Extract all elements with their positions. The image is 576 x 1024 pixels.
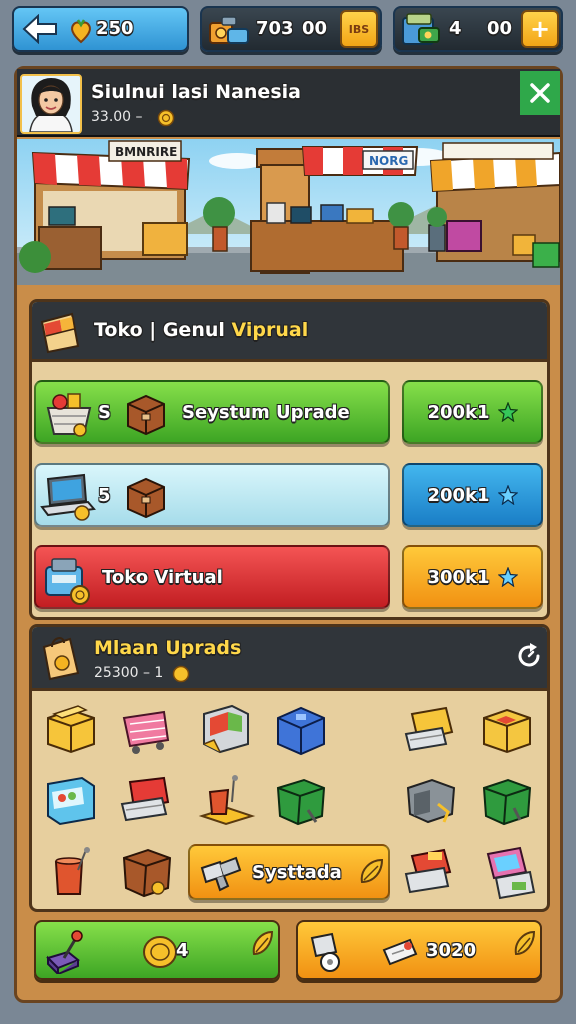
toko-virtual-row[interactable]: Toko Virtual [34, 545, 390, 609]
device-upgrade-row[interactable]: 5 [34, 463, 390, 527]
store-header: Siulnui lasi Nanesia 33.00 – [17, 69, 560, 137]
shop-bag-icon [40, 312, 80, 354]
res2-value-b: 00 [487, 18, 513, 39]
upgrades-subline: 25300 – 1 [94, 665, 164, 681]
crate-icon [127, 477, 165, 519]
back-arrow-icon[interactable] [22, 14, 58, 44]
store-name: Siulnui lasi Nanesia [91, 81, 301, 103]
leaf-token-icon [360, 858, 384, 884]
toko-section-title: Toko | Genul Viprual [94, 319, 308, 341]
market-scene: BMNRIRE NORG [17, 139, 560, 285]
wallet-resource-pill[interactable]: 4 00 + [393, 6, 563, 52]
res2-plus-label: + [529, 15, 551, 43]
left-stall-sign: BMNRIRE [115, 145, 177, 159]
red-cup-upgrade[interactable] [42, 844, 100, 902]
row1-label: Seystum Uprade [182, 402, 350, 423]
row3-price: 300k1 [427, 566, 490, 588]
red-drawer-upgrade[interactable] [118, 772, 176, 830]
star-gem-icon [497, 402, 518, 422]
blower-icon [200, 856, 242, 892]
row1-price: 200k1 [427, 401, 490, 423]
gray-safe-upgrade[interactable] [402, 772, 460, 830]
toko-title-part-a: Toko | Genul [94, 319, 232, 341]
res1-badge-button[interactable]: IBS [340, 10, 378, 48]
green-crate-upgrade[interactable] [478, 772, 536, 830]
pink-register-upgrade[interactable] [482, 844, 540, 902]
systtada-label: Systtada [252, 862, 342, 883]
toko-title-part-b: Viprual [231, 319, 309, 341]
cyan-fridge-upgrade[interactable] [42, 772, 100, 830]
row3-label: Toko Virtual [102, 567, 223, 588]
res2-plus-button[interactable]: + [521, 10, 559, 48]
close-icon[interactable] [529, 82, 551, 104]
toko-section-header: Toko | Genul Viprual [32, 302, 547, 362]
heart-coin-icon [71, 19, 91, 44]
row2-price-button[interactable]: 200k1 [402, 463, 543, 527]
display-case-upgrade[interactable] [198, 700, 256, 758]
star-gem-icon [497, 567, 518, 587]
leaf-token-icon [514, 930, 536, 956]
systtada-button[interactable]: Systtada [188, 844, 390, 900]
upgrades-title: Mlaan Uprads [94, 637, 242, 659]
bottom-right-value: 3020 [426, 940, 477, 961]
res1-value-b: 00 [302, 18, 328, 39]
cup-stand-upgrade[interactable] [198, 772, 256, 830]
gold-chest-upgrade[interactable] [478, 700, 536, 758]
res2-value-a: 4 [449, 18, 462, 39]
res1-badge-label: IBS [348, 22, 370, 36]
brown-crate-upgrade[interactable] [118, 844, 176, 902]
crate-icon [127, 394, 165, 436]
back-currency-pill[interactable]: 250 [12, 6, 189, 52]
close-button[interactable] [520, 71, 560, 115]
ticket-icon [382, 938, 418, 966]
green-bin-upgrade[interactable] [272, 772, 330, 830]
cash-resource-pill[interactable]: 703 00 IBS [200, 6, 382, 52]
star-gem-icon [497, 485, 518, 505]
joystick-icon [46, 930, 83, 974]
pink-cart-upgrade[interactable] [118, 700, 176, 758]
bottom-right-button[interactable]: 3020 [296, 920, 542, 980]
back-pill-value: 250 [96, 18, 134, 39]
avatar[interactable] [20, 74, 82, 134]
wallet-icon [402, 13, 440, 45]
register-icon [45, 558, 90, 605]
shop-bag-icon [42, 637, 80, 681]
res1-value-a: 703 [256, 18, 294, 39]
leaf-token-icon [252, 930, 274, 956]
cash-stack-icon [209, 16, 249, 44]
refresh-icon[interactable] [514, 641, 544, 671]
coin-icon [172, 665, 190, 683]
upgrades-section-header: Mlaan Uprads 25300 – 1 [32, 627, 547, 691]
basket-icon [46, 393, 92, 437]
row1-prefix: S [98, 402, 111, 423]
blue-box-upgrade[interactable] [272, 700, 330, 758]
system-upgrade-row[interactable]: S Seystum Uprade [34, 380, 390, 444]
store-subline: 33.00 – [91, 109, 143, 125]
row3-price-button[interactable]: 300k1 [402, 545, 543, 609]
coin-drawer-upgrade[interactable] [402, 844, 460, 902]
bottom-left-value: 4 [176, 940, 189, 961]
row2-prefix: 5 [98, 485, 111, 506]
bottom-left-button[interactable]: 4 [34, 920, 280, 980]
yellow-crate-upgrade[interactable] [42, 700, 100, 758]
row1-price-button[interactable]: 200k1 [402, 380, 543, 444]
market-illustration: BMNRIRE NORG [17, 139, 560, 285]
laptop-icon [40, 473, 96, 521]
row2-price: 200k1 [427, 484, 490, 506]
yellow-drawer-upgrade[interactable] [402, 700, 460, 758]
coin-icon [157, 109, 175, 127]
cash-register-icon [310, 932, 340, 972]
avatar-portrait-icon [22, 76, 80, 132]
middle-stall-sign: NORG [369, 154, 408, 168]
coin-icon [143, 936, 177, 968]
